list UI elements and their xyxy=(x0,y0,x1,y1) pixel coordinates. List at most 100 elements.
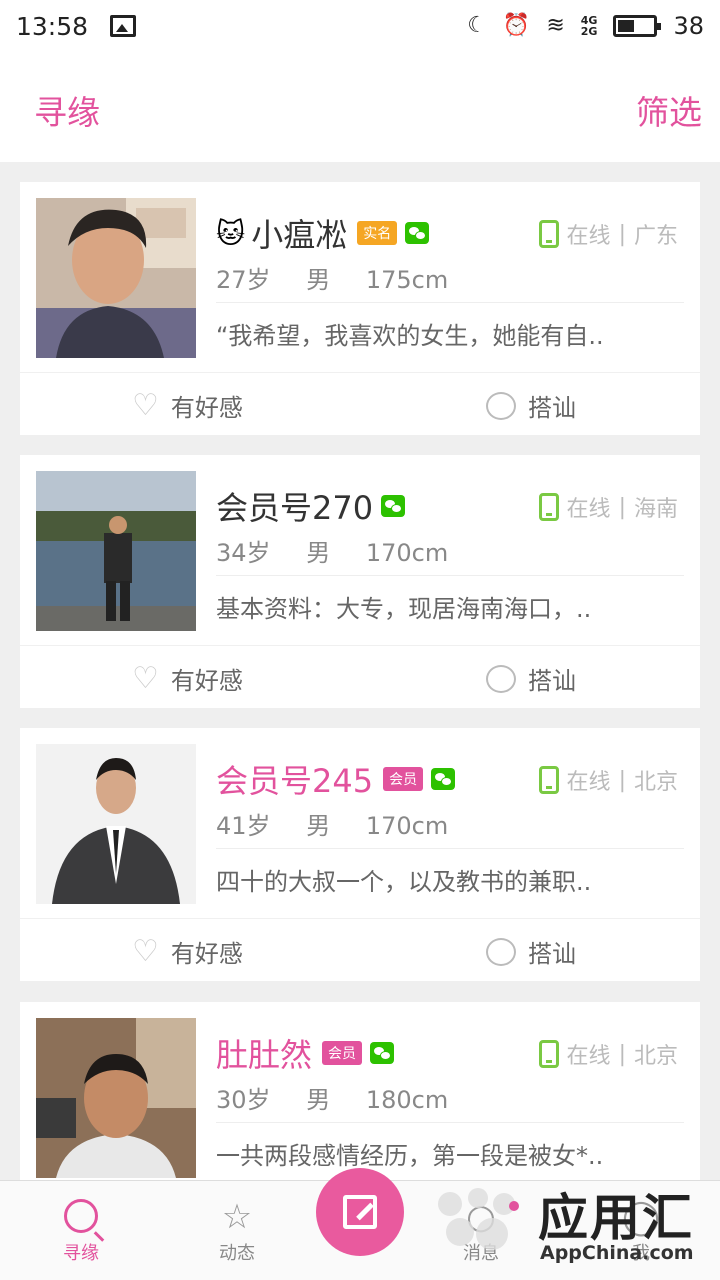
moon-icon: ☾ xyxy=(467,13,487,38)
divider xyxy=(216,302,684,303)
wechat-icon xyxy=(405,222,430,244)
alarm-icon: ⏰ xyxy=(502,13,531,38)
gender: 男 xyxy=(306,539,331,567)
wechat-icon xyxy=(381,495,406,517)
tab-moments[interactable]: ☆ 动态 xyxy=(192,1195,282,1265)
avatar[interactable] xyxy=(36,744,196,904)
watermark: 应用汇 AppChina.com xyxy=(430,1178,720,1280)
profile-name: 小瘟凇 xyxy=(251,216,348,254)
chat-button[interactable]: 搭讪 xyxy=(486,934,576,969)
image-notification-icon xyxy=(110,15,137,37)
profile-info: 41岁 男 170cm xyxy=(216,806,466,841)
divider xyxy=(216,848,684,849)
age: 27岁 xyxy=(216,266,271,294)
profile-name: 会员号270 xyxy=(216,489,374,527)
location-text: 北京 xyxy=(633,1044,678,1069)
profile-bio: 基本资料：大专，现居海南海口，.. xyxy=(216,595,592,623)
name-row: 会员号270 xyxy=(216,483,406,529)
chat-label: 搭讪 xyxy=(528,667,576,695)
divider xyxy=(216,1122,684,1123)
name-row: 🐱 小瘟凇 实名 xyxy=(216,210,430,256)
profile-card[interactable]: 🐱 小瘟凇 实名 在线 | 广东 27岁 男 175cm “我希望，我喜欢的女生… xyxy=(20,182,700,435)
heart-icon: ♡ xyxy=(132,933,159,969)
compose-button[interactable] xyxy=(316,1168,404,1256)
search-icon xyxy=(36,1195,126,1239)
divider xyxy=(216,575,684,576)
tab-label: 动态 xyxy=(219,1243,255,1264)
tab-label: 寻缘 xyxy=(63,1243,99,1264)
profile-info: 30岁 男 180cm xyxy=(216,1080,466,1115)
status-text: 在线 xyxy=(566,497,611,522)
chat-bubble-icon xyxy=(486,937,516,966)
gender: 男 xyxy=(306,266,331,294)
tab-discover[interactable]: 寻缘 xyxy=(36,1195,126,1265)
battery-level: 38 xyxy=(673,12,704,40)
online-status: 在线 | 北京 xyxy=(538,764,678,796)
status-bar: 13:58 ☾ ⏰ ≋ 4G 2G 38 xyxy=(0,0,720,52)
height: 180cm xyxy=(365,1086,449,1114)
divider xyxy=(20,918,700,919)
gender: 男 xyxy=(306,1086,331,1114)
divider xyxy=(20,372,700,373)
name-row: 肚肚然 会员 xyxy=(216,1030,395,1076)
online-status: 在线 | 海南 xyxy=(538,491,678,523)
profile-name: 肚肚然 xyxy=(216,1036,313,1074)
phone-icon xyxy=(538,1040,559,1068)
phone-icon xyxy=(538,766,559,794)
wechat-icon xyxy=(431,768,456,790)
height: 170cm xyxy=(365,812,449,840)
age: 34岁 xyxy=(216,539,271,567)
like-button[interactable]: ♡ 有好感 xyxy=(132,934,243,969)
chat-button[interactable]: 搭讪 xyxy=(486,661,576,696)
chat-button[interactable]: 搭讪 xyxy=(486,388,576,423)
gender: 男 xyxy=(306,812,331,840)
profile-bio: “我希望，我喜欢的女生，她能有自.. xyxy=(216,322,604,350)
like-button[interactable]: ♡ 有好感 xyxy=(132,388,243,423)
height: 175cm xyxy=(365,266,449,294)
avatar[interactable] xyxy=(36,1018,196,1178)
like-label: 有好感 xyxy=(170,940,243,968)
profile-info: 27岁 男 175cm xyxy=(216,260,466,295)
filter-button[interactable]: 筛选 xyxy=(636,86,702,134)
like-button[interactable]: ♡ 有好感 xyxy=(132,661,243,696)
header: 寻缘 筛选 xyxy=(0,52,720,162)
avatar[interactable] xyxy=(36,198,196,358)
signal-icon: 4G 2G xyxy=(580,14,598,38)
member-badge: 会员 xyxy=(322,1041,363,1065)
name-row: 会员号245 会员 xyxy=(216,756,456,802)
edit-icon xyxy=(343,1195,377,1229)
profile-card[interactable]: 会员号270 在线 | 海南 34岁 男 170cm 基本资料：大专，现居海南海… xyxy=(20,455,700,708)
phone-icon xyxy=(538,493,559,521)
chat-bubble-icon xyxy=(486,664,516,693)
divider xyxy=(20,645,700,646)
online-status: 在线 | 北京 xyxy=(538,1038,678,1070)
status-text: 在线 xyxy=(566,224,611,249)
page-title: 寻缘 xyxy=(34,93,100,132)
cat-emoji-icon: 🐱 xyxy=(216,216,246,250)
age: 30岁 xyxy=(216,1086,271,1114)
status-text: 在线 xyxy=(566,1044,611,1069)
profile-info: 34岁 男 170cm xyxy=(216,533,466,568)
profile-card[interactable]: 会员号245 会员 在线 | 北京 41岁 男 170cm 四十的大叔一个，以及… xyxy=(20,728,700,981)
location-text: 海南 xyxy=(633,497,678,522)
like-label: 有好感 xyxy=(170,394,243,422)
watermark-title: 应用汇 xyxy=(538,1189,694,1247)
height: 170cm xyxy=(365,539,449,567)
member-badge: 会员 xyxy=(383,767,424,791)
phone-icon xyxy=(538,220,559,248)
like-label: 有好感 xyxy=(170,667,243,695)
avatar[interactable] xyxy=(36,471,196,631)
chat-label: 搭讪 xyxy=(528,940,576,968)
watermark-subtitle: AppChina.com xyxy=(540,1242,694,1264)
chat-label: 搭讪 xyxy=(528,394,576,422)
location-text: 北京 xyxy=(633,770,678,795)
battery-icon xyxy=(613,15,662,37)
chat-bubble-icon xyxy=(486,391,516,420)
wifi-icon: ≋ xyxy=(546,13,565,38)
profile-bio: 一共两段感情经历，第一段是被女*.. xyxy=(216,1142,604,1170)
online-status: 在线 | 广东 xyxy=(538,218,678,250)
heart-icon: ♡ xyxy=(132,660,159,696)
status-icons: ☾ ⏰ ≋ 4G 2G 38 xyxy=(467,12,704,40)
wechat-icon xyxy=(370,1042,395,1064)
profile-bio: 四十的大叔一个，以及教书的兼职.. xyxy=(216,868,592,896)
